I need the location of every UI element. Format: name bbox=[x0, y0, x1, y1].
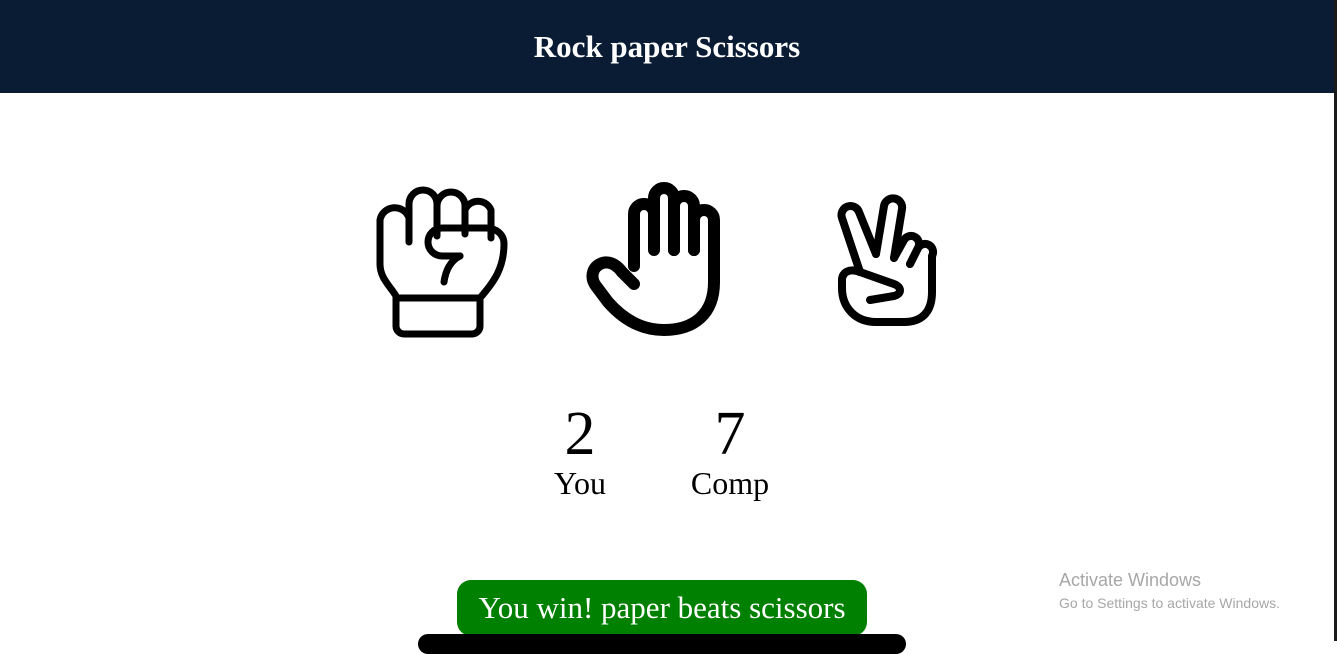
activate-windows-watermark: Activate Windows Go to Settings to activ… bbox=[1059, 568, 1280, 614]
paper-choice[interactable] bbox=[582, 178, 744, 340]
comp-score-value: 7 bbox=[714, 400, 746, 468]
user-score-panel: 2 You bbox=[540, 403, 620, 501]
watermark-subtitle: Go to Settings to activate Windows. bbox=[1059, 595, 1280, 611]
comp-score-label: Comp bbox=[690, 465, 770, 501]
result-message: You win! paper beats scissors bbox=[457, 580, 867, 636]
page-title: Rock paper Scissors bbox=[533, 28, 801, 64]
rock-fist-icon bbox=[376, 186, 508, 338]
user-score-value: 2 bbox=[564, 400, 596, 468]
paper-hand-icon bbox=[586, 182, 720, 336]
user-score-label: You bbox=[554, 465, 606, 501]
next-message-bar bbox=[418, 634, 906, 654]
scissors-choice[interactable] bbox=[832, 188, 940, 330]
header-bar: Rock paper Scissors bbox=[0, 0, 1334, 93]
watermark-title: Activate Windows bbox=[1059, 570, 1202, 590]
rock-choice[interactable] bbox=[372, 178, 512, 340]
scissors-hand-icon bbox=[837, 194, 938, 326]
comp-score-panel: 7 Comp bbox=[676, 403, 784, 501]
